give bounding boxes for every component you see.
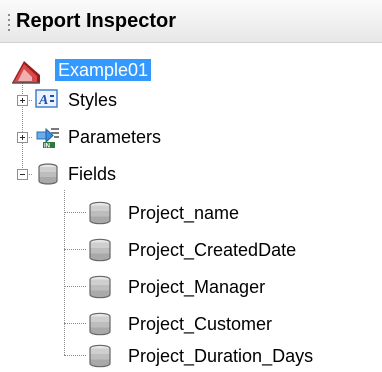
tree-item-styles[interactable]: A Styles	[32, 86, 212, 114]
collapse-fields-toggle[interactable]	[17, 169, 28, 180]
field-item-label: Project_name	[128, 203, 240, 223]
tree-item-fields-label: Fields	[68, 164, 117, 184]
tree-connector-field-3	[64, 286, 86, 287]
field-database-icon	[89, 201, 111, 225]
field-item[interactable]: Project_name	[86, 198, 376, 226]
tree-root-label: Example01	[55, 59, 152, 81]
tree-connector-field-5	[64, 355, 86, 356]
field-item[interactable]: Project_Manager	[86, 272, 376, 300]
field-item[interactable]: Project_CreatedDate	[86, 235, 376, 263]
expand-parameters-toggle[interactable]	[17, 132, 28, 143]
expand-styles-toggle[interactable]	[17, 95, 28, 106]
report-icon	[12, 61, 40, 84]
tree-root-node[interactable]: Example01	[10, 55, 190, 85]
field-database-icon	[89, 344, 111, 368]
parameters-icon: IN	[36, 127, 59, 150]
panel-title: Report Inspector	[16, 10, 177, 32]
field-item-label: Project_CreatedDate	[128, 240, 297, 260]
field-item-label: Project_Duration_Days	[128, 346, 314, 366]
tree-item-styles-label: Styles	[68, 90, 118, 110]
tree-connector-field-4	[64, 323, 86, 324]
inspector-title-bar: Report Inspector	[0, 0, 382, 43]
tree-connector-field-1	[64, 212, 86, 213]
database-icon	[38, 163, 58, 185]
tree-item-parameters-label: Parameters	[68, 127, 162, 147]
field-database-icon	[89, 312, 111, 336]
tree-connector-fields-children	[64, 190, 65, 355]
svg-text:A: A	[38, 93, 48, 108]
report-inspector-panel: Report Inspector Example01 A Styles IN P…	[0, 0, 382, 372]
field-database-icon	[89, 238, 111, 262]
tree-item-fields[interactable]: Fields	[32, 160, 212, 188]
field-item[interactable]: Project_Customer	[86, 309, 376, 337]
field-item[interactable]: Project_Duration_Days	[86, 341, 376, 369]
field-database-icon	[89, 275, 111, 299]
tree-item-parameters[interactable]: IN Parameters	[32, 123, 232, 151]
report-tree: Example01 A Styles IN Parameters Fields …	[0, 42, 382, 372]
drag-grip-icon[interactable]	[7, 14, 11, 32]
styles-icon: A	[35, 89, 58, 108]
field-item-label: Project_Customer	[128, 314, 273, 334]
tree-connector-field-2	[64, 249, 86, 250]
svg-text:IN: IN	[44, 144, 50, 150]
field-item-label: Project_Manager	[128, 277, 266, 297]
